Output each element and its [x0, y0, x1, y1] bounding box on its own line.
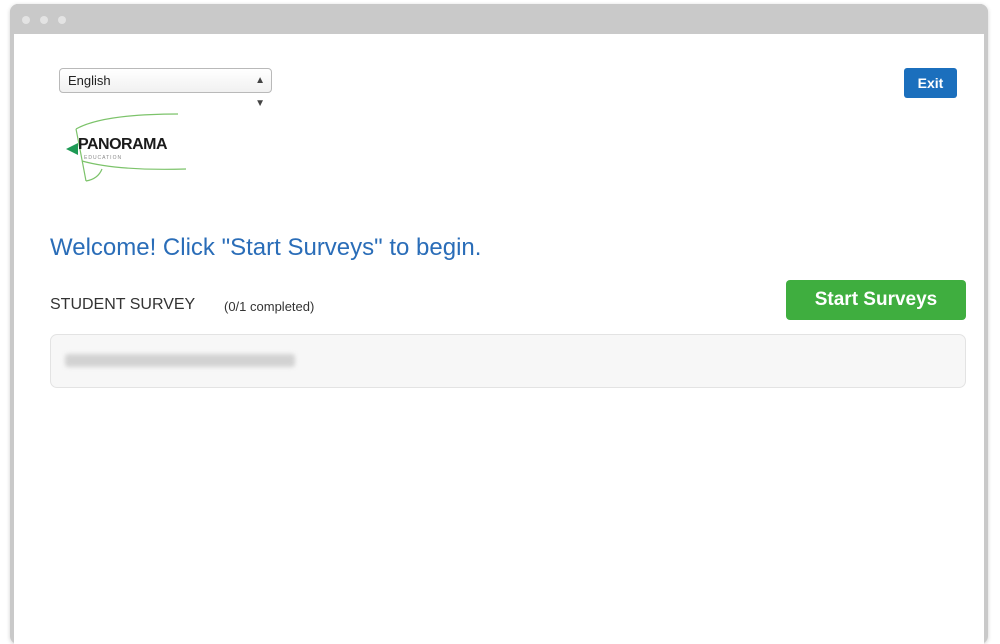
exit-button[interactable]: Exit [904, 68, 957, 98]
survey-title: STUDENT SURVEY [50, 296, 196, 313]
panorama-logo: PANORAMA EDUCATION [58, 109, 208, 189]
window-minimize-dot[interactable] [40, 16, 48, 24]
window-titlebar [10, 4, 988, 34]
window-close-dot[interactable] [22, 16, 30, 24]
browser-window: English ▲ ▼ Exit PANORAMA EDUCATION Welco… [10, 4, 988, 644]
language-select[interactable]: English ▲ ▼ [59, 68, 272, 109]
survey-progress: (0/1 completed) [224, 299, 315, 314]
logo-subtext: EDUCATION [84, 155, 123, 161]
page-content: English ▲ ▼ Exit PANORAMA EDUCATION Welco… [14, 34, 984, 644]
welcome-heading: Welcome! Click "Start Surveys" to begin. [50, 234, 482, 261]
language-select-value: English [68, 73, 111, 88]
updown-arrows-icon: ▲ ▼ [255, 75, 265, 109]
start-surveys-button[interactable]: Start Surveys [786, 280, 966, 320]
window-maximize-dot[interactable] [58, 16, 66, 24]
logo-wordmark: PANORAMA [78, 136, 168, 153]
survey-list-item[interactable] [50, 334, 966, 388]
redacted-survey-name [65, 354, 295, 367]
